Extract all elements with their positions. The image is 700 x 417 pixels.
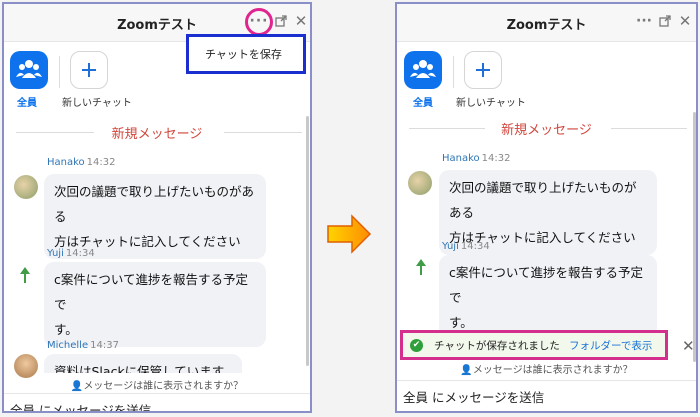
composer-placeholder: 全員 にメッセージを送信 xyxy=(403,390,545,405)
new-chat-button[interactable] xyxy=(464,51,502,89)
message-composer[interactable]: 全員 にメッセージを送信 xyxy=(4,393,310,413)
message-bubble: c案件について進捗を報告する予定で す。 xyxy=(439,255,657,340)
visibility-note[interactable]: 👤メッセージは誰に表示されますか？ xyxy=(397,361,696,376)
group-icon xyxy=(16,60,42,78)
title-bar: Zoomテスト ··· ✕ xyxy=(397,4,696,42)
everyone-label: 全員 xyxy=(413,98,433,109)
close-icon[interactable]: ✕ xyxy=(676,12,694,30)
avatar xyxy=(14,354,38,378)
message-text: 資料はSlackに保管しています xyxy=(44,354,242,373)
new-chat-button[interactable] xyxy=(70,51,108,89)
arrow-right-icon xyxy=(326,214,372,258)
avatar xyxy=(14,175,38,199)
highlight-circle xyxy=(245,8,273,36)
close-icon[interactable]: ✕ xyxy=(292,12,310,30)
divider-line xyxy=(224,132,302,133)
chat-window-before: Zoomテスト ··· ✕ 全員 新しいチャット 新規メッセージ Hanako 1… xyxy=(2,2,312,413)
divider-line xyxy=(611,128,687,129)
message-sender: Hanako 14:32 xyxy=(47,157,116,168)
scrollbar[interactable] xyxy=(693,112,696,362)
chat-toolbar: 全員 新しいチャット xyxy=(397,42,696,114)
save-chat-menu-item[interactable]: チャットを保存 xyxy=(205,46,282,62)
avatar xyxy=(408,171,432,195)
popout-icon[interactable] xyxy=(272,12,290,30)
save-toast: ✔ チャットが保存されました フォルダーで表示 xyxy=(400,330,668,360)
avatar xyxy=(17,266,33,284)
message-bubble-clipped: 資料はSlackに保管しています xyxy=(44,354,242,373)
close-icon[interactable]: ✕ xyxy=(682,337,695,355)
toolbar-divider xyxy=(59,56,60,88)
toolbar-divider xyxy=(453,56,454,88)
toast-message: チャットが保存されました xyxy=(434,340,560,352)
plus-icon xyxy=(82,63,96,77)
popout-icon[interactable] xyxy=(656,12,674,30)
everyone-button[interactable] xyxy=(404,51,442,89)
avatar xyxy=(413,258,429,276)
visibility-note[interactable]: 👤メッセージは誰に表示されますか？ xyxy=(4,377,310,392)
message-bubble: c案件について進捗を報告する予定で す。 xyxy=(44,262,266,347)
person-icon: 👤 xyxy=(70,381,84,392)
scrollbar[interactable] xyxy=(306,116,309,366)
chat-window-after: Zoomテスト ··· ✕ 全員 新しいチャット 新規メッセージ Hanako 1… xyxy=(395,2,698,413)
new-chat-label: 新しいチャット xyxy=(456,98,526,109)
plus-icon xyxy=(476,63,490,77)
message-sender: Michelle 14:37 xyxy=(47,340,119,351)
composer-placeholder: 全員 にメッセージを送信 xyxy=(10,403,152,413)
message-sender: Yuji 14:34 xyxy=(442,241,490,252)
message-composer[interactable]: 全員 にメッセージを送信 xyxy=(397,380,696,408)
message-sender: Hanako 14:32 xyxy=(442,153,511,164)
everyone-label: 全員 xyxy=(17,98,37,109)
check-icon: ✔ xyxy=(410,339,423,352)
more-dots-icon[interactable]: ··· xyxy=(635,12,653,30)
message-bubble: 次回の議題で取り上げたいものがある 方はチャットに記入してください xyxy=(44,174,266,259)
show-in-folder-link[interactable]: フォルダーで表示 xyxy=(569,338,652,353)
new-chat-label: 新しいチャット xyxy=(62,98,132,109)
message-sender: Yuji 14:34 xyxy=(47,248,95,259)
person-icon: 👤 xyxy=(460,365,473,376)
more-menu: チャットを保存 xyxy=(186,34,306,74)
everyone-button[interactable] xyxy=(10,51,48,89)
group-icon xyxy=(410,60,436,78)
